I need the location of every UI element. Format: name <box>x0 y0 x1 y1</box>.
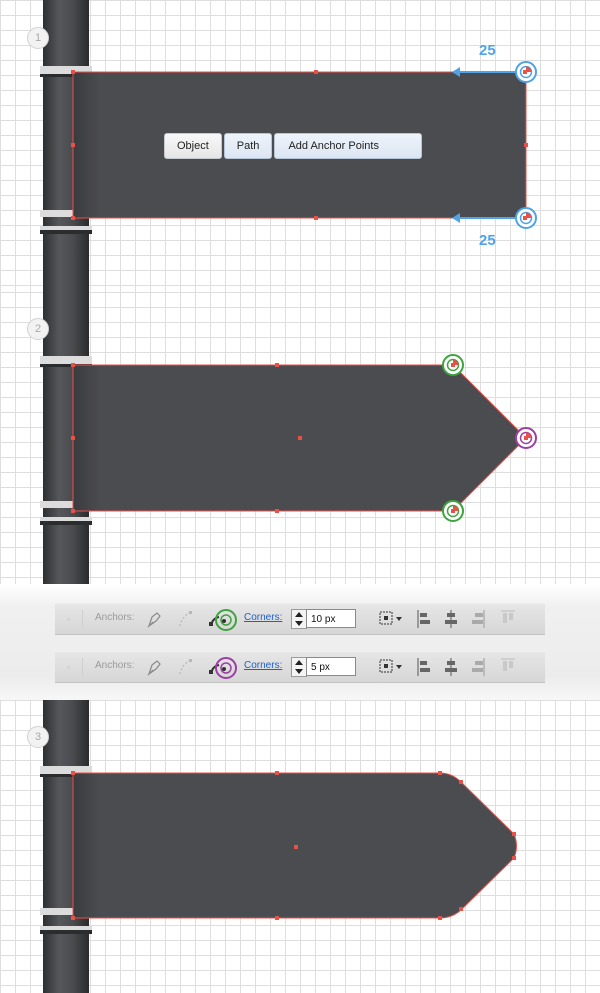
top-offset-label: 25 <box>479 42 496 59</box>
corner-radius-input[interactable]: 5 px <box>306 657 356 676</box>
pen-icon[interactable] <box>145 608 163 630</box>
spinner-icon[interactable] <box>291 609 307 629</box>
control-bar-row-2: ▫ Anchors: Corners: 5 px <box>55 651 545 683</box>
anchors-label: Anchors: <box>95 612 135 623</box>
corner-marker-green-top[interactable] <box>442 354 464 376</box>
corner-marker-green-bottom[interactable] <box>442 500 464 522</box>
convert-anchor-icon[interactable] <box>177 608 195 630</box>
align-top-icon[interactable] <box>499 656 517 678</box>
corners-label[interactable]: Corners: <box>244 660 282 671</box>
align-center-icon[interactable] <box>442 608 460 630</box>
step-2-canvas: 2 <box>0 292 600 584</box>
anchor-marker-top-right[interactable] <box>515 61 537 83</box>
align-top-icon[interactable] <box>499 608 517 630</box>
transform-grid-icon[interactable] <box>377 608 405 630</box>
align-left-icon[interactable] <box>415 608 433 630</box>
corner-marker-purple-tip[interactable] <box>515 427 537 449</box>
control-bar-row-1: ▫ Anchors: Corners: 10 px <box>55 603 545 635</box>
step-1-canvas: 1 25 25 Object Path Add Anchor Points <box>0 0 600 292</box>
control-bar-leading-icon: ▫ <box>55 658 83 676</box>
pen-icon[interactable] <box>145 656 163 678</box>
control-bar-leading-icon: ▫ <box>55 610 83 628</box>
transform-grid-icon[interactable] <box>377 656 405 678</box>
spinner-icon[interactable] <box>291 657 307 677</box>
anchor-marker-bottom-right[interactable] <box>515 207 537 229</box>
corner-widget-icon[interactable] <box>207 608 239 632</box>
align-right-icon[interactable] <box>469 656 487 678</box>
menu-item-path[interactable]: Path <box>223 133 273 159</box>
align-left-icon[interactable] <box>415 656 433 678</box>
convert-anchor-icon[interactable] <box>177 656 195 678</box>
menu-item-add-anchor-points[interactable]: Add Anchor Points <box>274 133 423 159</box>
align-right-icon[interactable] <box>469 608 487 630</box>
corner-widget-icon[interactable] <box>207 656 239 680</box>
bottom-offset-label: 25 <box>479 232 496 249</box>
step-3-canvas: 3 <box>0 700 600 993</box>
anchors-label: Anchors: <box>95 660 135 671</box>
menu-path: Object Path Add Anchor Points <box>164 133 424 159</box>
step-2-artwork <box>40 292 537 584</box>
step-badge: 1 <box>27 27 49 49</box>
align-center-icon[interactable] <box>442 656 460 678</box>
step-badge: 3 <box>27 726 49 748</box>
corner-radius-input[interactable]: 10 px <box>306 609 356 628</box>
corners-label[interactable]: Corners: <box>244 612 282 623</box>
step-badge: 2 <box>27 318 49 340</box>
step-3-artwork <box>40 700 517 993</box>
menu-item-object[interactable]: Object <box>164 133 222 159</box>
